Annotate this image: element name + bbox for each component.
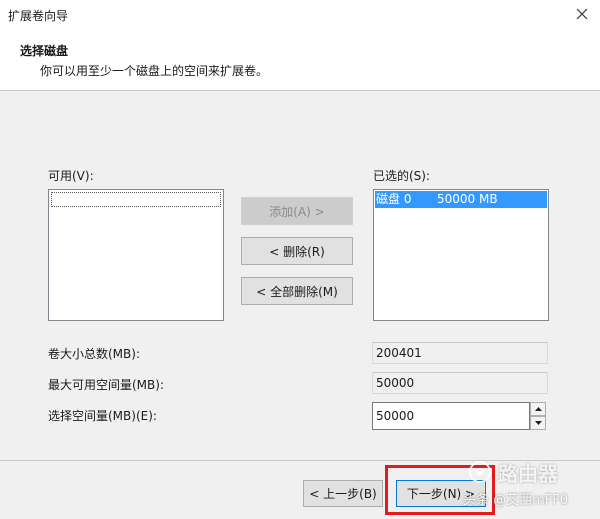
close-icon <box>576 8 588 20</box>
select-space-input[interactable]: 50000 <box>372 402 530 430</box>
page-title: 选择磁盘 <box>20 44 69 58</box>
available-list[interactable] <box>48 189 224 321</box>
total-size-field: 200401 <box>372 342 548 364</box>
disk-name: 磁盘 0 <box>376 192 412 206</box>
add-button[interactable]: 添加(A) > <box>241 197 353 225</box>
back-button[interactable]: < 上一步(B) <box>303 480 383 507</box>
watermark-brand: 路由器 <box>498 462 558 486</box>
focus-placeholder <box>51 192 221 207</box>
remove-all-button[interactable]: < 全部删除(M) <box>241 277 353 305</box>
selected-label: 已选的(S): <box>373 169 431 183</box>
page-subtitle: 你可以用至少一个磁盘上的空间来扩展卷。 <box>40 64 269 78</box>
chevron-up-icon <box>534 407 542 411</box>
close-button[interactable] <box>564 0 600 28</box>
max-space-label: 最大可用空间量(MB): <box>48 378 164 392</box>
watermark-author: 头条 @艾西mFF0 <box>463 493 569 508</box>
total-size-label: 卷大小总数(MB): <box>48 347 140 361</box>
title-bar: 扩展卷向导 <box>0 0 600 28</box>
wizard-header: 选择磁盘 你可以用至少一个磁盘上的空间来扩展卷。 <box>0 28 600 91</box>
chevron-down-icon <box>534 421 542 425</box>
max-space-field: 50000 <box>372 372 548 394</box>
router-logo-icon <box>469 461 491 483</box>
selected-list[interactable]: 磁盘 0 50000 MB <box>373 189 549 321</box>
window-title: 扩展卷向导 <box>8 9 69 23</box>
remove-button[interactable]: < 删除(R) <box>241 237 353 265</box>
disk-size: 50000 MB <box>437 192 498 206</box>
available-label: 可用(V): <box>48 169 94 183</box>
list-item[interactable]: 磁盘 0 50000 MB <box>375 191 547 208</box>
spin-up-button[interactable] <box>530 402 546 416</box>
select-space-label: 选择空间量(MB)(E): <box>48 409 157 423</box>
spin-down-button[interactable] <box>530 416 546 430</box>
